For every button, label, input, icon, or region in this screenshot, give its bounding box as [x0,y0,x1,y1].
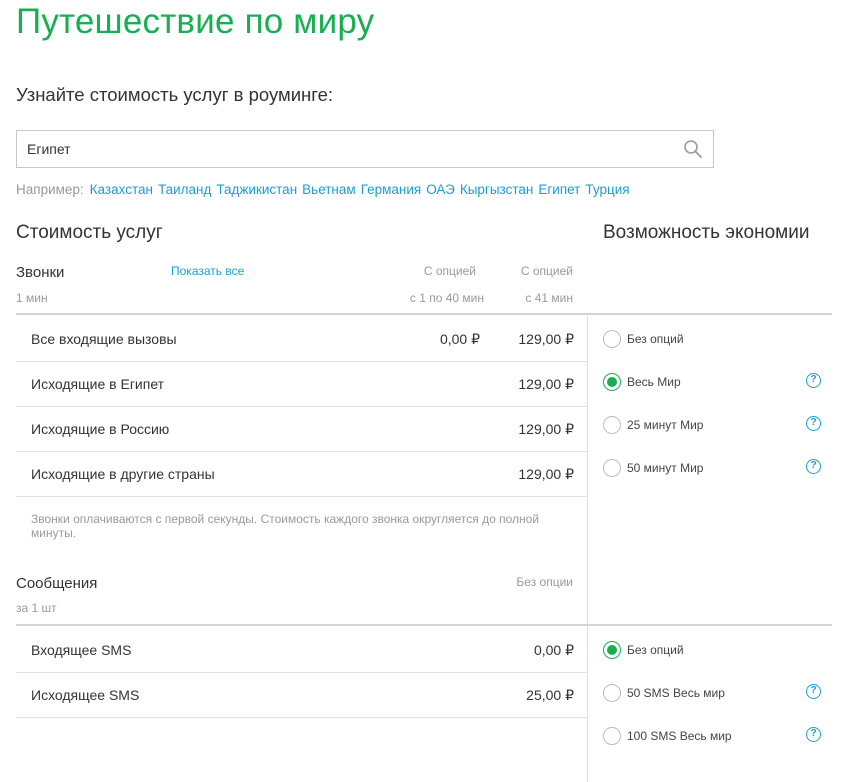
sms-row-value: 25,00 ₽ [526,687,574,703]
calls-unit: 1 мин [16,291,48,305]
country-search [16,130,714,168]
call-option-radio[interactable] [603,416,621,434]
example-country-link[interactable]: Казахстан [90,182,153,197]
example-country-link[interactable]: Кыргызстан [460,182,534,197]
example-country-link[interactable]: Таиланд [158,182,211,197]
call-option-label[interactable]: Весь Мир [627,375,681,389]
page-subtitle: Узнайте стоимость услуг в роуминге: [16,84,334,105]
example-countries: Например: Казахстан Таиланд Таджикистан Вьет… [16,182,635,197]
sms-row-label: Исходящее SMS [31,687,140,703]
row-divider [16,406,587,407]
example-country-link[interactable]: Турция [585,182,629,197]
call-option-label[interactable]: Без опций [627,332,684,346]
calls-divider [16,313,832,315]
col-with-option-1-title: С опцией [423,264,476,278]
call-row-value-2: 129,00 ₽ [518,376,574,392]
savings-heading: Возможность экономии [603,222,810,243]
search-icon[interactable] [683,139,703,159]
help-icon[interactable]: ? [806,727,821,742]
call-option-radio[interactable] [603,373,621,391]
call-row-label: Исходящие в Египет [31,376,165,392]
row-divider [16,361,587,362]
show-all-link[interactable]: Показать все [171,264,244,278]
examples-label: Например: [16,182,84,197]
sms-option-label[interactable]: Без опций [627,643,684,657]
example-country-link[interactable]: Германия [361,182,422,197]
costs-heading: Стоимость услуг [16,222,163,243]
call-option-radio[interactable] [603,459,621,477]
call-row-label: Все входящие вызовы [31,331,177,347]
call-option-label[interactable]: 25 минут Мир [627,418,703,432]
call-row-label: Исходящие в другие страны [31,466,215,482]
call-row-value-2: 129,00 ₽ [518,421,574,437]
col-with-option-1-sub: с 1 по 40 мин [409,291,484,305]
example-country-link[interactable]: ОАЭ [426,182,455,197]
help-icon[interactable]: ? [806,373,821,388]
sms-unit: за 1 шт [16,601,57,615]
sms-title: Сообщения [16,575,98,592]
col-with-option-2-sub: с 41 мин [525,291,573,305]
calls-title: Звонки [16,264,65,281]
call-row-label: Исходящие в Россию [31,421,170,437]
row-divider [16,672,587,673]
sms-divider [16,624,832,626]
row-divider [16,496,587,497]
call-option-label[interactable]: 50 минут Мир [627,461,703,475]
sms-option-radio[interactable] [603,684,621,702]
call-option-radio[interactable] [603,330,621,348]
sms-option-label[interactable]: 50 SMS Весь мир [627,686,725,700]
example-country-link[interactable]: Египет [538,182,580,197]
row-divider [16,717,587,718]
row-divider [16,451,587,452]
calls-note: Звонки оплачиваются с первой секунды. Ст… [31,512,540,540]
sms-option-radio[interactable] [603,641,621,659]
sms-option-label[interactable]: 100 SMS Весь мир [627,729,732,743]
sms-option-radio[interactable] [603,727,621,745]
sms-row-value: 0,00 ₽ [533,642,574,658]
call-row-value-1: 0,00 ₽ [439,331,480,347]
example-country-link[interactable]: Таджикистан [216,182,297,197]
country-search-input[interactable] [27,131,667,167]
col-with-option-2-title: С опцией [520,264,573,278]
column-divider [587,315,588,782]
call-row-value-2: 129,00 ₽ [518,466,574,482]
help-icon[interactable]: ? [806,684,821,699]
col-without-option-title: Без опции [516,575,573,589]
sms-row-label: Входящее SMS [31,642,132,658]
help-icon[interactable]: ? [806,416,821,431]
example-country-link[interactable]: Вьетнам [302,182,356,197]
call-row-value-2: 129,00 ₽ [518,331,574,347]
help-icon[interactable]: ? [806,459,821,474]
page-title: Путешествие по миру [16,2,375,41]
